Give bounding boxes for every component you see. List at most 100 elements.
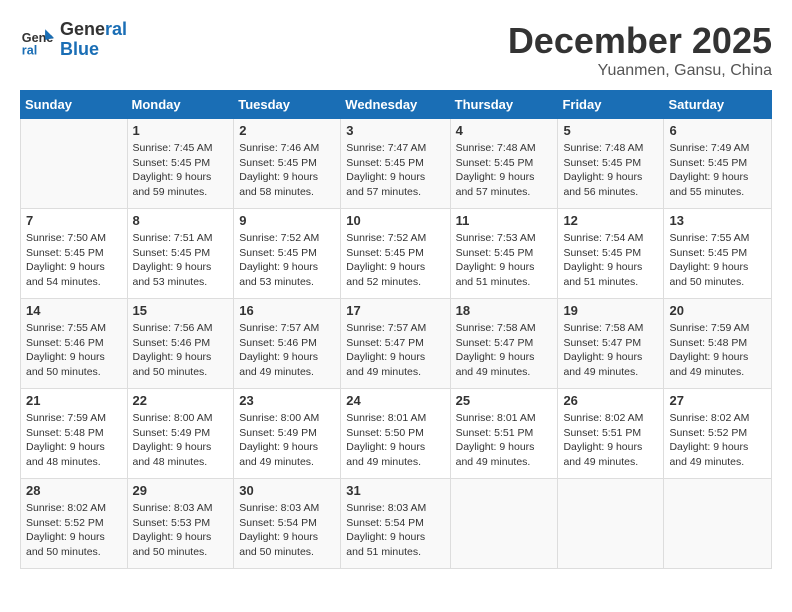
calendar-cell: 25Sunrise: 8:01 AMSunset: 5:51 PMDayligh…: [450, 389, 558, 479]
calendar-cell: 13Sunrise: 7:55 AMSunset: 5:45 PMDayligh…: [664, 209, 772, 299]
day-number: 17: [346, 303, 444, 318]
calendar-cell: 12 Sunrise: 7:54 AMSunset: 5:45 PMDayligh…: [558, 209, 664, 299]
day-number: 13: [669, 213, 766, 228]
cell-details: Sunrise: 7:57 AMSunset: 5:47 PMDaylight:…: [346, 321, 444, 380]
calendar-cell: 26Sunrise: 8:02 AMSunset: 5:51 PMDayligh…: [558, 389, 664, 479]
day-number: 19: [563, 303, 658, 318]
calendar-cell: 3Sunrise: 7:47 AMSunset: 5:45 PMDaylight…: [341, 119, 450, 209]
logo: Gene ral General Blue: [20, 20, 127, 60]
weekday-header-friday: Friday: [558, 91, 664, 119]
calendar-cell: 21 Sunrise: 7:59 AMSunset: 5:48 PMDayligh…: [21, 389, 128, 479]
calendar-cell: [450, 479, 558, 569]
calendar-cell: 19 Sunrise: 7:58 AMSunset: 5:47 PMDayligh…: [558, 299, 664, 389]
day-number: 10: [346, 213, 444, 228]
cell-details: Sunrise: 8:00 AMSunset: 5:49 PMDaylight:…: [239, 411, 335, 470]
day-number: 30: [239, 483, 335, 498]
title-block: December 2025 Yuanmen, Gansu, China: [508, 20, 772, 80]
calendar-cell: 28 Sunrise: 8:02 AMSunset: 5:52 PMDayligh…: [21, 479, 128, 569]
day-number: 26: [563, 393, 658, 408]
day-number: 16: [239, 303, 335, 318]
weekday-header-sunday: Sunday: [21, 91, 128, 119]
cell-details: Sunrise: 7:56 AMSunset: 5:46 PMDaylight:…: [133, 321, 229, 380]
weekday-header-tuesday: Tuesday: [234, 91, 341, 119]
calendar-cell: 15 Sunrise: 7:56 AMSunset: 5:46 PMDayligh…: [127, 299, 234, 389]
cell-details: Sunrise: 7:49 AMSunset: 5:45 PMDaylight:…: [669, 141, 766, 200]
calendar-week-4: 21 Sunrise: 7:59 AMSunset: 5:48 PMDayligh…: [21, 389, 772, 479]
cell-details: Sunrise: 7:58 AMSunset: 5:47 PMDaylight:…: [456, 321, 553, 380]
calendar-cell: 7 Sunrise: 7:50 AMSunset: 5:45 PMDaylight…: [21, 209, 128, 299]
day-number: 8: [133, 213, 229, 228]
cell-details: Sunrise: 7:54 AMSunset: 5:45 PMDaylight:…: [563, 231, 658, 290]
calendar-cell: 9 Sunrise: 7:52 AMSunset: 5:45 PMDaylight…: [234, 209, 341, 299]
day-number: 20: [669, 303, 766, 318]
weekday-header-wednesday: Wednesday: [341, 91, 450, 119]
logo-text-blue: Blue: [60, 39, 99, 59]
calendar-cell: 2 Sunrise: 7:46 AMSunset: 5:45 PMDaylight…: [234, 119, 341, 209]
day-number: 9: [239, 213, 335, 228]
cell-details: Sunrise: 7:48 AMSunset: 5:45 PMDaylight:…: [563, 141, 658, 200]
calendar-cell: 6 Sunrise: 7:49 AMSunset: 5:45 PMDaylight…: [664, 119, 772, 209]
logo-text-ral: ral: [105, 19, 127, 39]
cell-details: Sunrise: 7:50 AMSunset: 5:45 PMDaylight:…: [26, 231, 122, 290]
day-number: 23: [239, 393, 335, 408]
cell-details: Sunrise: 7:55 AMSunset: 5:46 PMDaylight:…: [26, 321, 122, 380]
calendar-week-3: 14 Sunrise: 7:55 AMSunset: 5:46 PMDayligh…: [21, 299, 772, 389]
cell-details: Sunrise: 7:48 AMSunset: 5:45 PMDaylight:…: [456, 141, 553, 200]
calendar-cell: 27 Sunrise: 8:02 AMSunset: 5:52 PMDayligh…: [664, 389, 772, 479]
cell-details: Sunrise: 7:51 AMSunset: 5:45 PMDaylight:…: [133, 231, 229, 290]
weekday-header-monday: Monday: [127, 91, 234, 119]
cell-details: Sunrise: 7:46 AMSunset: 5:45 PMDaylight:…: [239, 141, 335, 200]
day-number: 6: [669, 123, 766, 138]
cell-details: Sunrise: 7:52 AMSunset: 5:45 PMDaylight:…: [346, 231, 444, 290]
calendar-cell: 11Sunrise: 7:53 AMSunset: 5:45 PMDayligh…: [450, 209, 558, 299]
svg-text:ral: ral: [22, 43, 37, 57]
day-number: 31: [346, 483, 444, 498]
calendar-cell: 22Sunrise: 8:00 AMSunset: 5:49 PMDayligh…: [127, 389, 234, 479]
cell-details: Sunrise: 7:45 AMSunset: 5:45 PMDaylight:…: [133, 141, 229, 200]
calendar-cell: 10 Sunrise: 7:52 AMSunset: 5:45 PMDayligh…: [341, 209, 450, 299]
cell-details: Sunrise: 8:03 AMSunset: 5:54 PMDaylight:…: [346, 501, 444, 560]
cell-details: Sunrise: 7:52 AMSunset: 5:45 PMDaylight:…: [239, 231, 335, 290]
day-number: 15: [133, 303, 229, 318]
calendar-table: SundayMondayTuesdayWednesdayThursdayFrid…: [20, 90, 772, 569]
calendar-cell: 8 Sunrise: 7:51 AMSunset: 5:45 PMDaylight…: [127, 209, 234, 299]
day-number: 2: [239, 123, 335, 138]
calendar-cell: [558, 479, 664, 569]
calendar-cell: 1Sunrise: 7:45 AMSunset: 5:45 PMDaylight…: [127, 119, 234, 209]
day-number: 22: [133, 393, 229, 408]
cell-details: Sunrise: 7:58 AMSunset: 5:47 PMDaylight:…: [563, 321, 658, 380]
day-number: 28: [26, 483, 122, 498]
weekday-header-thursday: Thursday: [450, 91, 558, 119]
cell-details: Sunrise: 8:01 AMSunset: 5:50 PMDaylight:…: [346, 411, 444, 470]
calendar-cell: 24 Sunrise: 8:01 AMSunset: 5:50 PMDayligh…: [341, 389, 450, 479]
day-number: 27: [669, 393, 766, 408]
day-number: 11: [456, 213, 553, 228]
calendar-cell: 17 Sunrise: 7:57 AMSunset: 5:47 PMDayligh…: [341, 299, 450, 389]
calendar-cell: [664, 479, 772, 569]
cell-details: Sunrise: 8:02 AMSunset: 5:52 PMDaylight:…: [26, 501, 122, 560]
cell-details: Sunrise: 7:59 AMSunset: 5:48 PMDaylight:…: [26, 411, 122, 470]
day-number: 5: [563, 123, 658, 138]
calendar-cell: 31 Sunrise: 8:03 AMSunset: 5:54 PMDayligh…: [341, 479, 450, 569]
day-number: 14: [26, 303, 122, 318]
day-number: 24: [346, 393, 444, 408]
cell-details: Sunrise: 8:03 AMSunset: 5:54 PMDaylight:…: [239, 501, 335, 560]
calendar-cell: 30 Sunrise: 8:03 AMSunset: 5:54 PMDayligh…: [234, 479, 341, 569]
calendar-cell: 5 Sunrise: 7:48 AMSunset: 5:45 PMDaylight…: [558, 119, 664, 209]
calendar-week-2: 7 Sunrise: 7:50 AMSunset: 5:45 PMDaylight…: [21, 209, 772, 299]
cell-details: Sunrise: 7:57 AMSunset: 5:46 PMDaylight:…: [239, 321, 335, 380]
logo-icon: Gene ral: [20, 22, 56, 58]
cell-details: Sunrise: 8:03 AMSunset: 5:53 PMDaylight:…: [133, 501, 229, 560]
day-number: 25: [456, 393, 553, 408]
calendar-header: SundayMondayTuesdayWednesdayThursdayFrid…: [21, 91, 772, 119]
day-number: 4: [456, 123, 553, 138]
day-number: 12: [563, 213, 658, 228]
page-header: Gene ral General Blue December 2025 Yuan…: [20, 20, 772, 80]
calendar-body: 1Sunrise: 7:45 AMSunset: 5:45 PMDaylight…: [21, 119, 772, 569]
location: Yuanmen, Gansu, China: [508, 62, 772, 80]
day-number: 21: [26, 393, 122, 408]
day-number: 7: [26, 213, 122, 228]
cell-details: Sunrise: 8:02 AMSunset: 5:52 PMDaylight:…: [669, 411, 766, 470]
calendar-cell: 18 Sunrise: 7:58 AMSunset: 5:47 PMDayligh…: [450, 299, 558, 389]
day-number: 18: [456, 303, 553, 318]
